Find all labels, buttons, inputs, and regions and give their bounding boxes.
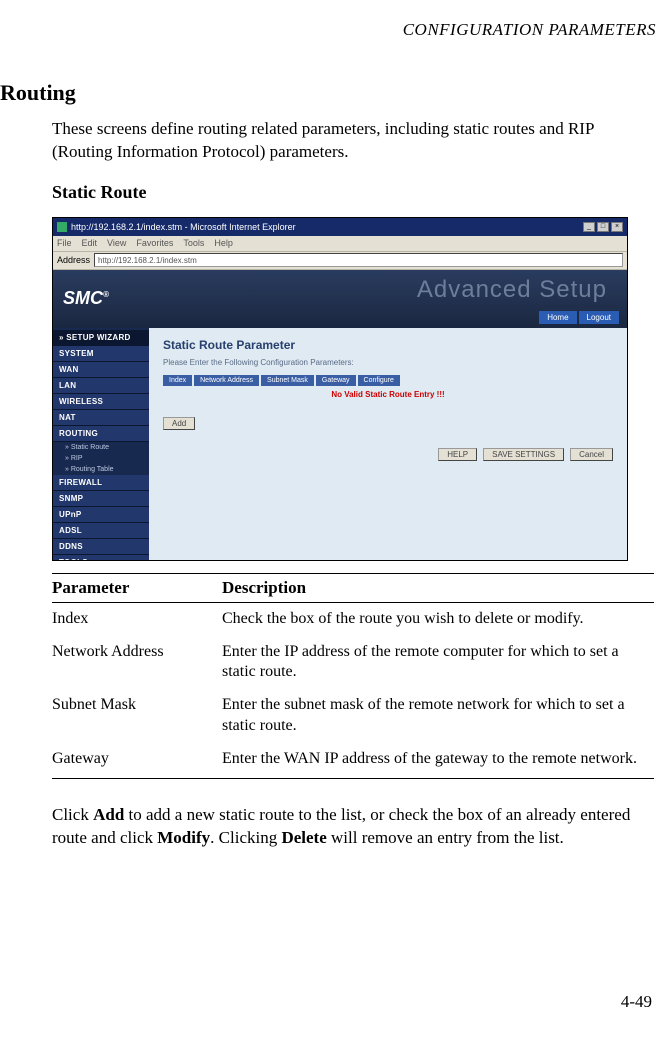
sidebar-item-tools[interactable]: TOOLS bbox=[53, 555, 149, 561]
cancel-button[interactable]: Cancel bbox=[570, 448, 613, 461]
sidebar-sub-static-route[interactable]: » Static Route bbox=[53, 442, 149, 453]
page-number: 4-49 bbox=[621, 992, 652, 1012]
no-entry-message: No Valid Static Route Entry !!! bbox=[163, 390, 613, 399]
sidebar-sub-rip[interactable]: » RIP bbox=[53, 453, 149, 464]
sidebar-item-system[interactable]: SYSTEM bbox=[53, 346, 149, 362]
text-fragment: will remove an entry from the list. bbox=[327, 828, 564, 847]
minimize-button[interactable]: _ bbox=[583, 222, 595, 232]
param-desc: Check the box of the route you wish to d… bbox=[222, 602, 654, 635]
column-headers: Index Network Address Subnet Mask Gatewa… bbox=[163, 375, 613, 386]
text-fragment: Click bbox=[52, 805, 93, 824]
sidebar-item-wan[interactable]: WAN bbox=[53, 362, 149, 378]
app-banner: SMC® Advanced Setup Home Logout bbox=[53, 270, 627, 328]
intro-paragraph: These screens define routing related par… bbox=[52, 118, 656, 164]
col-gateway: Gateway bbox=[316, 375, 356, 386]
running-header: CONFIGURATION PARAMETERS bbox=[0, 20, 656, 40]
panel-title: Static Route Parameter bbox=[163, 338, 613, 352]
sidebar-item-wireless[interactable]: WIRELESS bbox=[53, 394, 149, 410]
sidebar-item-ddns[interactable]: DDNS bbox=[53, 539, 149, 555]
subsection-heading-static-route: Static Route bbox=[52, 182, 656, 203]
action-buttons: HELP SAVE SETTINGS Cancel bbox=[438, 448, 613, 461]
th-description: Description bbox=[222, 573, 654, 602]
save-settings-button[interactable]: SAVE SETTINGS bbox=[483, 448, 564, 461]
sidebar: » SETUP WIZARD SYSTEM WAN LAN WIRELESS N… bbox=[53, 328, 149, 560]
param-name: Network Address bbox=[52, 636, 222, 690]
menu-favorites[interactable]: Favorites bbox=[136, 238, 173, 248]
window-title: http://192.168.2.1/index.stm - Microsoft… bbox=[71, 222, 296, 232]
menu-edit[interactable]: Edit bbox=[82, 238, 98, 248]
address-label: Address bbox=[57, 255, 90, 265]
help-button[interactable]: HELP bbox=[438, 448, 477, 461]
col-subnet-mask: Subnet Mask bbox=[261, 375, 314, 386]
menu-tools[interactable]: Tools bbox=[183, 238, 204, 248]
th-parameter: Parameter bbox=[52, 573, 222, 602]
param-name: Gateway bbox=[52, 743, 222, 778]
section-heading-routing: Routing bbox=[0, 80, 656, 106]
sidebar-sub-routing-table[interactable]: » Routing Table bbox=[53, 464, 149, 475]
col-index: Index bbox=[163, 375, 192, 386]
logo-text: SMC bbox=[63, 288, 103, 308]
bold-add: Add bbox=[93, 805, 124, 824]
sidebar-item-lan[interactable]: LAN bbox=[53, 378, 149, 394]
add-button[interactable]: Add bbox=[163, 417, 195, 430]
param-name: Subnet Mask bbox=[52, 689, 222, 743]
parameters-table: Parameter Description Index Check the bo… bbox=[52, 573, 654, 779]
sidebar-item-nat[interactable]: NAT bbox=[53, 410, 149, 426]
bold-delete: Delete bbox=[281, 828, 326, 847]
sidebar-item-adsl[interactable]: ADSL bbox=[53, 523, 149, 539]
menu-view[interactable]: View bbox=[107, 238, 126, 248]
table-row: Network Address Enter the IP address of … bbox=[52, 636, 654, 690]
table-row: Subnet Mask Enter the subnet mask of the… bbox=[52, 689, 654, 743]
menu-file[interactable]: File bbox=[57, 238, 72, 248]
panel-subtitle: Please Enter the Following Configuration… bbox=[163, 358, 613, 367]
logout-link[interactable]: Logout bbox=[579, 311, 619, 324]
sidebar-setup-wizard[interactable]: » SETUP WIZARD bbox=[53, 330, 149, 346]
maximize-button[interactable]: □ bbox=[597, 222, 609, 232]
address-bar: Address http://192.168.2.1/index.stm bbox=[53, 252, 627, 270]
running-header-text: CONFIGURATION PARAMETERS bbox=[403, 20, 656, 39]
sidebar-item-upnp[interactable]: UPnP bbox=[53, 507, 149, 523]
closing-paragraph: Click Add to add a new static route to t… bbox=[52, 803, 654, 851]
ie-icon bbox=[57, 222, 67, 232]
banner-title: Advanced Setup bbox=[417, 276, 607, 304]
param-desc: Enter the WAN IP address of the gateway … bbox=[222, 743, 654, 778]
home-link[interactable]: Home bbox=[539, 311, 576, 324]
col-configure: Configure bbox=[358, 375, 400, 386]
address-input[interactable]: http://192.168.2.1/index.stm bbox=[94, 253, 623, 267]
text-fragment: . Clicking bbox=[210, 828, 281, 847]
param-name: Index bbox=[52, 602, 222, 635]
table-row: Gateway Enter the WAN IP address of the … bbox=[52, 743, 654, 778]
sidebar-item-snmp[interactable]: SNMP bbox=[53, 491, 149, 507]
sidebar-item-routing[interactable]: ROUTING bbox=[53, 426, 149, 442]
address-value: http://192.168.2.1/index.stm bbox=[98, 256, 197, 265]
window-buttons: _ □ × bbox=[583, 222, 623, 232]
window-titlebar: http://192.168.2.1/index.stm - Microsoft… bbox=[53, 218, 627, 236]
browser-menubar: File Edit View Favorites Tools Help bbox=[53, 236, 627, 252]
close-button[interactable]: × bbox=[611, 222, 623, 232]
col-network-address: Network Address bbox=[194, 375, 259, 386]
param-desc: Enter the IP address of the remote compu… bbox=[222, 636, 654, 690]
sidebar-item-firewall[interactable]: FIREWALL bbox=[53, 475, 149, 491]
table-row: Index Check the box of the route you wis… bbox=[52, 602, 654, 635]
menu-help[interactable]: Help bbox=[214, 238, 233, 248]
bold-modify: Modify bbox=[157, 828, 210, 847]
smc-logo: SMC® bbox=[63, 288, 109, 309]
main-panel: Static Route Parameter Please Enter the … bbox=[149, 328, 627, 560]
param-desc: Enter the subnet mask of the remote netw… bbox=[222, 689, 654, 743]
app-screenshot: http://192.168.2.1/index.stm - Microsoft… bbox=[52, 217, 628, 561]
header-actions: Home Logout bbox=[539, 311, 619, 324]
